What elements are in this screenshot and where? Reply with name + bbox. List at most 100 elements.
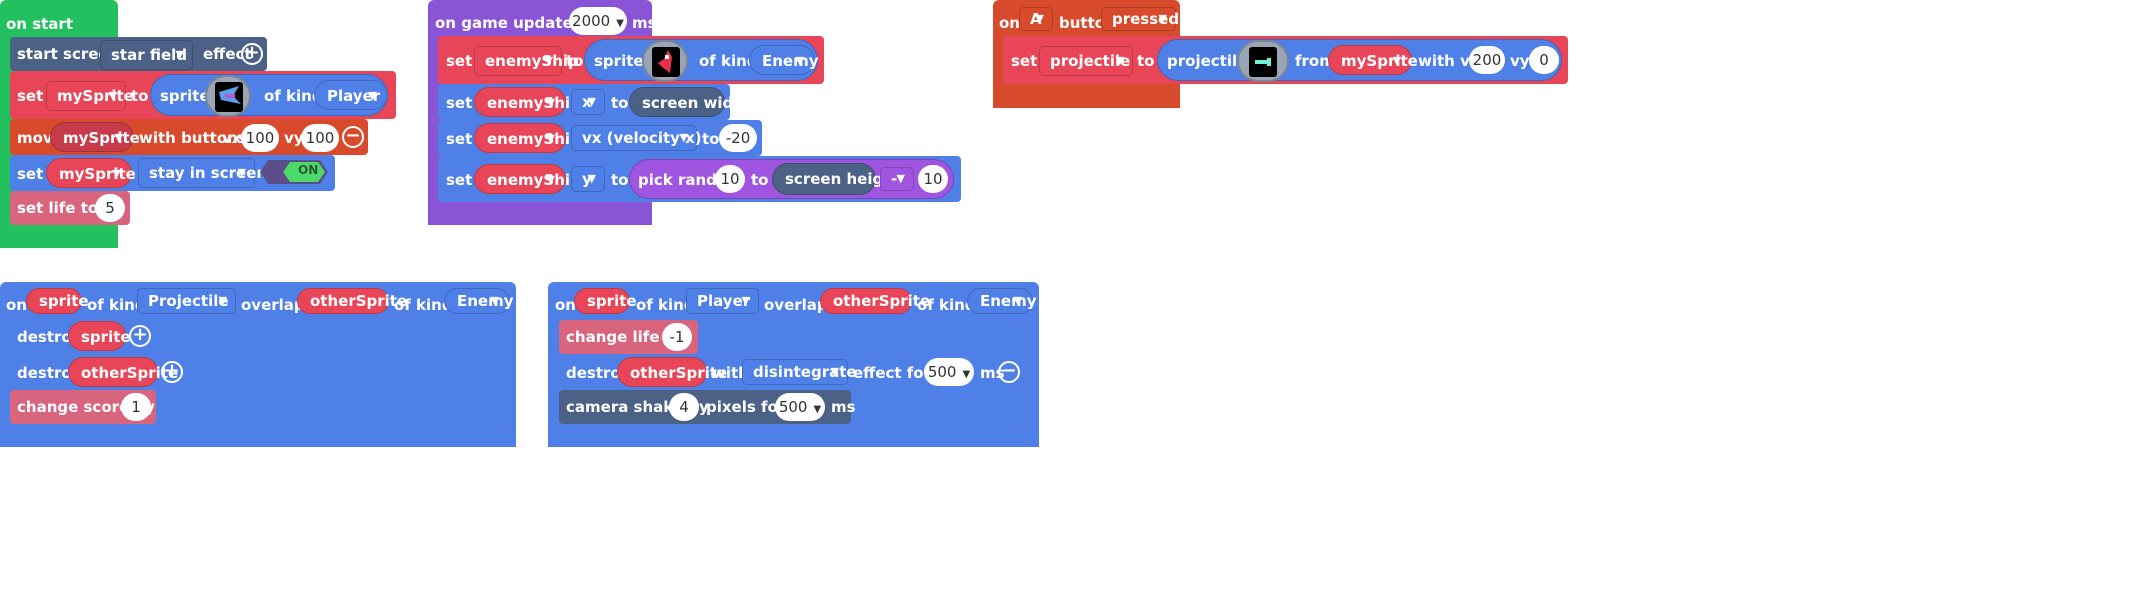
overlap2-kind-b-dropdown[interactable]: Enemy ▼: [967, 288, 1037, 314]
projectile-shot-icon: [1249, 47, 1277, 77]
chevron-down-icon: ▼: [546, 96, 555, 109]
sprite-label: sprite: [160, 87, 210, 105]
chevron-down-icon: ▼: [114, 131, 123, 144]
overlap2-other-var[interactable]: otherSprite: [820, 288, 930, 314]
screen-width-reporter[interactable]: screen width: [629, 87, 751, 117]
overlap2-other-value: otherSprite: [833, 292, 931, 310]
vx-label: vx: [222, 129, 242, 147]
pixels-for-label: pixels for: [706, 398, 786, 416]
overlap1-kind-a-value: Projectile: [148, 292, 229, 310]
stay-var-dropdown[interactable]: mySprite ▼: [46, 158, 136, 188]
destroy-effect-dropdown[interactable]: disintegrate ▼: [742, 359, 857, 385]
sprite-image-picker[interactable]: [205, 75, 251, 117]
vx-value-input[interactable]: -20: [719, 124, 757, 152]
button-state-value: pressed: [1112, 10, 1180, 28]
screen-height-reporter[interactable]: screen height: [772, 163, 901, 195]
overlap1-kind-b-dropdown[interactable]: Enemy ▼: [444, 288, 514, 314]
toggle-on-label: ON: [298, 163, 319, 177]
proj-vx-input[interactable]: 200: [1469, 46, 1505, 74]
life-change-input[interactable]: -1: [662, 323, 692, 351]
destroy-sprite-value: sprite: [81, 328, 131, 346]
set-label-7: set: [1011, 52, 1038, 70]
subtract-input[interactable]: 10: [918, 165, 948, 193]
chevron-down-icon: ▼: [368, 89, 377, 102]
destroy-effect-value: disintegrate: [753, 363, 857, 381]
chevron-down-icon: ▼: [741, 294, 750, 307]
score-input[interactable]: 1: [121, 393, 151, 421]
to-label-2: to: [566, 52, 584, 70]
random-from-input[interactable]: 10: [715, 165, 745, 193]
chevron-down-icon: ▼: [546, 173, 555, 186]
chevron-down-icon: ▼: [587, 95, 596, 108]
set-x-var-dropdown[interactable]: enemyShip ▼: [474, 87, 581, 117]
overlap2-sprite-var[interactable]: sprite: [574, 288, 637, 314]
toggle-switch[interactable]: ON: [260, 160, 328, 184]
effect-dropdown[interactable]: star field ▼: [100, 40, 193, 70]
destroy-sprite-var[interactable]: sprite: [68, 321, 131, 351]
kind-dropdown-player[interactable]: Player ▼: [314, 80, 388, 110]
add-plus-icon[interactable]: +: [129, 325, 151, 347]
on-label: on: [999, 14, 1020, 32]
vx-prop-dropdown[interactable]: vx (velocity x) ▼: [571, 125, 702, 151]
chevron-down-icon: ▼: [813, 404, 822, 415]
overlap1-other-value: otherSprite: [310, 292, 408, 310]
enemy-kind-dropdown[interactable]: Enemy ▼: [749, 45, 819, 75]
enemy-var-value: enemyShip: [485, 52, 579, 70]
proj-vy-input[interactable]: 0: [1529, 46, 1559, 74]
vy-input[interactable]: 100: [301, 124, 339, 152]
enemy-var-dropdown[interactable]: enemyShip ▼: [474, 46, 579, 76]
var-dropdown-mysprite[interactable]: mySprite ▼: [46, 81, 134, 111]
chevron-down-icon: ▼: [795, 54, 804, 67]
projectile-image-picker[interactable]: [1237, 40, 1289, 82]
chevron-down-icon: ▼: [896, 172, 905, 185]
shake-amount-input[interactable]: 4: [669, 393, 699, 421]
effect-for-label: effect for: [853, 364, 932, 382]
set-y-var-dropdown[interactable]: enemyShip ▼: [474, 164, 581, 194]
enemy-kind-value: Enemy: [762, 52, 819, 70]
math-operator-dropdown[interactable]: - ▼: [880, 167, 914, 191]
chevron-down-icon: ▼: [218, 294, 227, 307]
destroy-ms-dropdown[interactable]: 500 ▼: [924, 358, 974, 386]
overlap1-sprite-var[interactable]: sprite: [26, 288, 89, 314]
remove-minus-icon[interactable]: −: [998, 361, 1020, 383]
on-label-2: on: [6, 296, 27, 314]
chevron-down-icon: ▼: [1013, 294, 1022, 307]
x-prop-dropdown[interactable]: x ▼: [571, 89, 605, 115]
set-label-3: set: [446, 52, 473, 70]
on-label-3: on: [555, 296, 576, 314]
interval-dropdown[interactable]: 2000 ▼: [569, 7, 627, 35]
overlap2-kind-a-dropdown[interactable]: Player ▼: [686, 288, 759, 314]
sprite-label-2: sprite: [594, 52, 644, 70]
shake-ms-value: 500: [778, 398, 808, 416]
button-dropdown[interactable]: A ▼: [1019, 7, 1053, 31]
add-plus-icon[interactable]: +: [161, 361, 183, 383]
chevron-down-icon: ▼: [108, 89, 117, 102]
chevron-down-icon: ▼: [1158, 12, 1167, 25]
set-y-var-value: enemyShip: [487, 171, 581, 189]
overlap2-kind-b-value: Enemy: [980, 292, 1037, 310]
enemy-image-picker[interactable]: [642, 40, 688, 82]
vx-input[interactable]: 100: [241, 124, 279, 152]
destroy-effect-var[interactable]: otherSprite: [617, 357, 727, 387]
from-var-value: mySprite: [1341, 52, 1418, 70]
move-var-value: mySprite: [63, 129, 140, 147]
destroy-other-var[interactable]: otherSprite: [68, 357, 178, 387]
life-input[interactable]: 5: [95, 194, 125, 222]
overlap1-sprite-value: sprite: [39, 292, 89, 310]
chevron-down-icon: ▼: [237, 166, 246, 179]
overlap1-kind-a-dropdown[interactable]: Projectile ▼: [137, 288, 236, 314]
set-label-6: set: [446, 171, 473, 189]
move-var-dropdown[interactable]: mySprite ▼: [50, 122, 140, 152]
set-vx-var-dropdown[interactable]: enemyShip ▼: [474, 123, 581, 153]
button-state-dropdown[interactable]: pressed ▼: [1101, 7, 1180, 31]
projectile-var-dropdown[interactable]: projectile ▼: [1039, 46, 1133, 76]
var-value: mySprite: [57, 87, 134, 105]
shake-ms-dropdown[interactable]: 500 ▼: [775, 393, 825, 421]
y-prop-dropdown[interactable]: y ▼: [571, 166, 605, 192]
add-plus-icon[interactable]: +: [241, 43, 263, 65]
overlap1-other-var[interactable]: otherSprite: [297, 288, 407, 314]
remove-minus-icon[interactable]: −: [342, 126, 364, 148]
from-var-dropdown[interactable]: mySprite ▼: [1328, 45, 1418, 75]
sprite-flag-dropdown[interactable]: stay in screen ▼: [138, 158, 267, 188]
chevron-down-icon: ▼: [830, 365, 839, 378]
